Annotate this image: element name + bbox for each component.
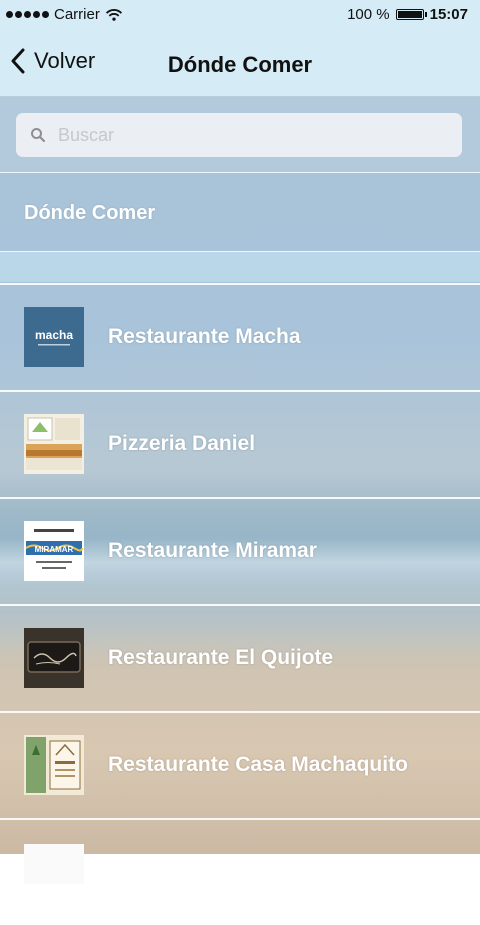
battery-icon: [395, 9, 427, 20]
restaurant-name: Restaurante Casa Machaquito: [108, 753, 408, 776]
list-item-restaurante-miramar[interactable]: MIRAMAR Restaurante Miramar: [0, 497, 480, 604]
carrier-name: Carrier: [54, 6, 100, 23]
clock-time: 15:07: [429, 6, 468, 23]
macha-logo-icon: macha: [24, 307, 84, 367]
section-header: Dónde Comer: [0, 173, 480, 252]
search-box[interactable]: [16, 113, 462, 157]
list-item-partial[interactable]: [0, 818, 480, 925]
casa-machaquito-logo-icon: [24, 735, 84, 795]
svg-text:MIRAMAR: MIRAMAR: [35, 545, 74, 554]
status-right: 100 % 15:07: [347, 6, 468, 23]
wifi-icon: [105, 8, 122, 21]
restaurant-list: macha Restaurante Macha Pizzeria Daniel: [0, 283, 480, 925]
page-title: Dónde Comer: [167, 52, 313, 77]
search-bar: [0, 97, 480, 173]
restaurant-name: Restaurante Macha: [108, 325, 301, 348]
list-item-restaurante-casa-machaquito[interactable]: Restaurante Casa Machaquito: [0, 711, 480, 818]
list-item-restaurante-macha[interactable]: macha Restaurante Macha: [0, 283, 480, 390]
restaurant-name: Pizzeria Daniel: [108, 432, 256, 455]
miramar-logo-icon: MIRAMAR: [24, 521, 84, 581]
el-quijote-sign-icon: [24, 628, 84, 688]
restaurant-thumbnail-icon: [24, 844, 84, 884]
restaurant-name: Restaurante El Quijote: [108, 646, 334, 669]
search-input[interactable]: [56, 123, 440, 147]
search-icon: [31, 128, 46, 143]
list-item-restaurante-el-quijote[interactable]: Restaurante El Quijote: [0, 604, 480, 711]
status-bar: Carrier 100 % 15:07: [0, 0, 480, 30]
section-divider: [0, 252, 480, 282]
section-title: Dónde Comer: [24, 202, 156, 224]
battery-percent: 100 %: [347, 6, 390, 23]
signal-strength-icon: [6, 11, 49, 18]
status-left: Carrier: [6, 6, 123, 23]
list-item-pizzeria-daniel[interactable]: Pizzeria Daniel: [0, 390, 480, 497]
pizzeria-daniel-photo-icon: [24, 414, 84, 474]
svg-text:macha: macha: [35, 328, 73, 342]
navigation-bar: Volver Dónde Comer: [0, 30, 480, 97]
restaurant-name: Restaurante Miramar: [108, 539, 317, 562]
